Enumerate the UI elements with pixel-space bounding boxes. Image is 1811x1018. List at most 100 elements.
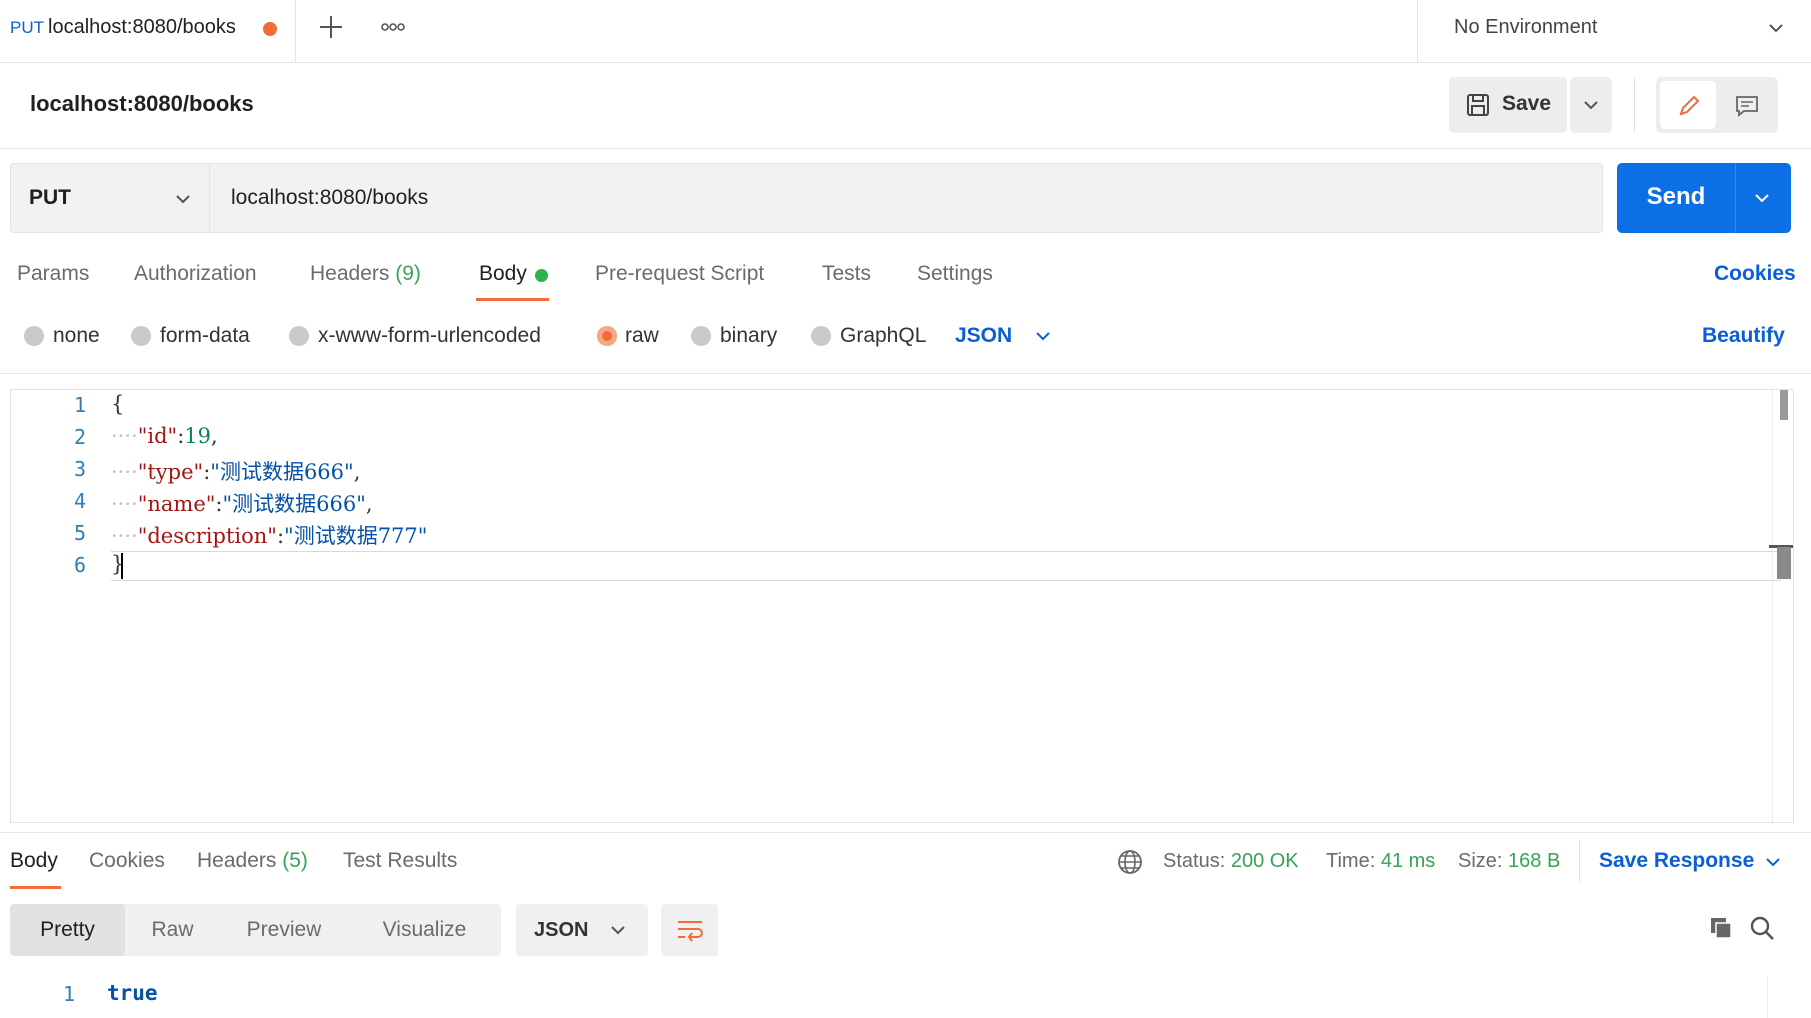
request-title[interactable]: localhost:8080/books: [30, 91, 254, 117]
time-value: 41 ms: [1380, 850, 1436, 872]
view-pretty[interactable]: Pretty: [10, 904, 125, 956]
radio-none[interactable]: [24, 326, 44, 346]
response-tab-body[interactable]: Body: [10, 849, 58, 873]
line-number: 2: [73, 425, 86, 449]
size-value: 168 B: [1508, 850, 1561, 872]
text-cursor: [121, 553, 123, 579]
environment-label: No Environment: [1454, 16, 1598, 38]
chevron-down-icon[interactable]: [1752, 188, 1772, 208]
copy-icon[interactable]: [1707, 914, 1735, 942]
response-tab-headers[interactable]: Headers (5): [197, 849, 308, 873]
active-tab-underline: [476, 298, 549, 301]
comment-icon: [1736, 96, 1758, 117]
status-value: 200 OK: [1230, 850, 1299, 872]
comment-button[interactable]: [1720, 81, 1774, 129]
globe-icon[interactable]: [1116, 848, 1144, 876]
request-body-editor[interactable]: 1 2 3 4 5 6 { ····"id":19, ····"type":"测…: [10, 389, 1794, 823]
response-scrollbar[interactable]: [1767, 976, 1790, 1018]
response-headers-label: Headers: [197, 849, 277, 872]
tab-pre-request-script[interactable]: Pre-request Script: [595, 262, 764, 286]
view-raw[interactable]: Raw: [125, 904, 220, 956]
tab-tests[interactable]: Tests: [822, 262, 871, 286]
save-icon: [1465, 92, 1491, 118]
option-form-data-label[interactable]: form-data: [160, 324, 250, 348]
divider: [1634, 78, 1635, 132]
more-icon[interactable]: [378, 12, 408, 42]
scroll-thumb[interactable]: [1780, 390, 1788, 420]
save-response-button[interactable]: Save Response: [1599, 849, 1754, 873]
plus-icon[interactable]: [316, 12, 346, 42]
tab-headers-label: Headers: [310, 262, 390, 285]
line-number: 5: [73, 521, 86, 545]
edit-icon: [1679, 95, 1700, 116]
headers-count: (9): [395, 262, 421, 285]
save-button[interactable]: Save: [1449, 77, 1567, 133]
search-icon[interactable]: [1748, 914, 1776, 942]
json-key: "id": [137, 424, 178, 448]
wrap-icon: [678, 921, 703, 942]
response-tab-cookies[interactable]: Cookies: [89, 849, 165, 873]
edit-button[interactable]: [1660, 81, 1716, 129]
chevron-down-icon: [1766, 18, 1786, 38]
json-key: "name": [137, 492, 216, 516]
option-raw-label[interactable]: raw: [625, 324, 659, 348]
body-format-select[interactable]: JSON: [955, 324, 1012, 348]
send-label: Send: [1646, 183, 1706, 210]
option-binary-label[interactable]: binary: [720, 324, 777, 348]
radio-raw[interactable]: [597, 326, 617, 346]
response-status: Status: 200 OK: [1163, 850, 1299, 872]
radio-binary[interactable]: [691, 326, 711, 346]
code-line: ····"description":"测试数据777": [111, 524, 428, 548]
beautify-link[interactable]: Beautify: [1702, 324, 1785, 348]
tab-settings[interactable]: Settings: [917, 262, 993, 286]
view-preview[interactable]: Preview: [220, 904, 348, 956]
line-number: 1: [62, 982, 75, 1006]
open-brace: {: [111, 392, 125, 416]
chevron-down-icon: [608, 920, 628, 940]
body-indicator-dot: [535, 269, 548, 282]
scroll-marker: [1777, 547, 1791, 579]
wrap-lines-button[interactable]: [661, 904, 718, 956]
request-tab[interactable]: PUT localhost:8080/books: [0, 0, 296, 62]
divider: [0, 148, 1811, 149]
divider: [1735, 163, 1736, 233]
line-number: 1: [73, 393, 86, 417]
response-time: Time: 41 ms: [1326, 850, 1436, 872]
radio-urlencoded[interactable]: [289, 326, 309, 346]
editor-scrollbar[interactable]: [1769, 390, 1795, 822]
option-graphql-label[interactable]: GraphQL: [840, 324, 926, 348]
response-format-select[interactable]: JSON: [516, 904, 648, 956]
url-text: localhost:8080/books: [231, 186, 429, 209]
json-key: "description": [137, 524, 277, 548]
chevron-down-icon[interactable]: [1763, 852, 1783, 872]
divider: [0, 373, 1811, 374]
response-tab-test-results[interactable]: Test Results: [343, 849, 457, 873]
method-select[interactable]: PUT: [10, 163, 210, 233]
radio-graphql[interactable]: [811, 326, 831, 346]
send-button[interactable]: Send: [1617, 163, 1791, 233]
environment-selector[interactable]: No Environment: [1417, 0, 1811, 62]
option-urlencoded-label[interactable]: x-www-form-urlencoded: [318, 324, 541, 348]
url-input[interactable]: localhost:8080/books: [210, 163, 1603, 233]
tab-authorization[interactable]: Authorization: [134, 262, 257, 286]
tab-headers[interactable]: Headers (9): [310, 262, 421, 286]
radio-form-data[interactable]: [131, 326, 151, 346]
save-options-button[interactable]: [1570, 77, 1612, 133]
tab-bar: PUT localhost:8080/books No Environment: [0, 0, 1811, 63]
chevron-down-icon: [1584, 101, 1598, 110]
cookies-link[interactable]: Cookies: [1714, 262, 1796, 286]
tab-body[interactable]: Body: [479, 262, 527, 286]
code-line: ····"id":19,: [111, 424, 218, 448]
current-line-highlight: [111, 551, 1781, 581]
chevron-down-icon[interactable]: [1033, 326, 1053, 346]
view-visualize[interactable]: Visualize: [348, 904, 501, 956]
response-view-toggle: Pretty Raw Preview Visualize: [10, 904, 501, 956]
method-label: PUT: [29, 186, 71, 209]
tab-params[interactable]: Params: [17, 262, 89, 286]
response-size: Size: 168 B: [1458, 850, 1561, 872]
mode-toggle: [1656, 77, 1778, 133]
option-none-label[interactable]: none: [53, 324, 100, 348]
divider: [0, 832, 1811, 833]
line-number: 3: [73, 457, 86, 481]
json-key: "type": [137, 460, 204, 484]
